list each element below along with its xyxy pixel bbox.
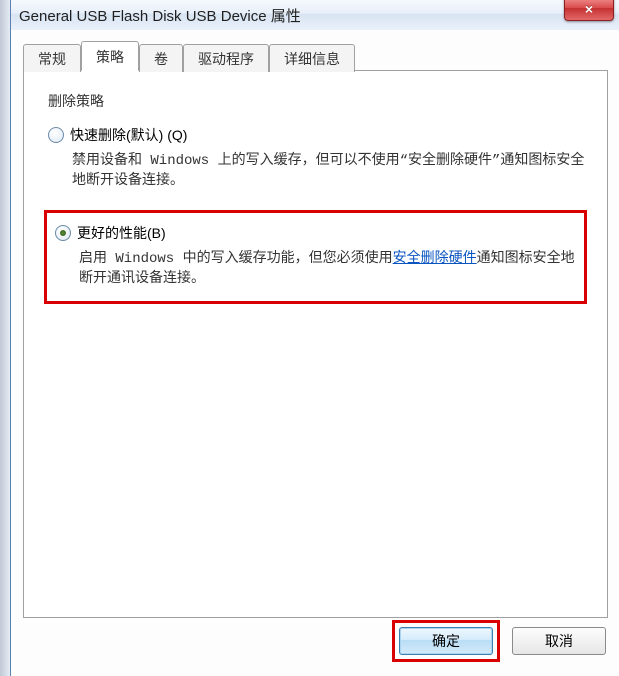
group-title: 删除策略 [44,91,108,111]
cancel-button[interactable]: 取消 [512,627,606,655]
radio-icon[interactable] [55,225,71,241]
tab-volumes[interactable]: 卷 [139,44,183,72]
radio-row-better-performance[interactable]: 更好的性能(B) [55,223,576,243]
radio-label-quick-removal: 快速删除(默认) (Q) [70,125,187,145]
radio-icon[interactable] [48,127,64,143]
dialog-button-row: 确定 取消 [392,620,606,662]
tab-general[interactable]: 常规 [23,44,81,72]
tab-panel-policies: 删除策略 快速删除(默认) (Q) 禁用设备和 Windows 上的写入缓存，但… [23,70,608,618]
radio-row-quick-removal[interactable]: 快速删除(默认) (Q) [48,125,587,145]
radio-label-better-performance: 更好的性能(B) [77,223,166,243]
ok-button[interactable]: 确定 [399,627,493,655]
option-desc-better-performance: 启用 Windows 中的写入缓存功能，但您必须使用安全删除硬件通知图标安全地断… [79,249,576,290]
removal-policy-group: 删除策略 快速删除(默认) (Q) 禁用设备和 Windows 上的写入缓存，但… [44,91,587,597]
tab-driver[interactable]: 驱动程序 [183,44,269,72]
tab-details[interactable]: 详细信息 [269,44,355,72]
tab-policies[interactable]: 策略 [81,41,139,71]
option-desc-quick-removal: 禁用设备和 Windows 上的写入缓存，但可以不使用“安全删除硬件”通知图标安… [72,151,587,192]
title-bar[interactable]: General USB Flash Disk USB Device 属性 × [11,0,619,31]
option-quick-removal: 快速删除(默认) (Q) 禁用设备和 Windows 上的写入缓存，但可以不使用… [44,125,587,192]
properties-dialog: General USB Flash Disk USB Device 属性 × 常… [10,0,619,676]
link-safely-remove-hardware[interactable]: 安全删除硬件 [393,251,477,267]
tab-strip: 常规 策略 卷 驱动程序 详细信息 [23,46,608,71]
close-icon: × [585,1,593,17]
close-button[interactable]: × [564,0,614,21]
window-title: General USB Flash Disk USB Device 属性 [19,5,301,26]
window-frame-edge [0,0,10,676]
highlight-selected-option: 更好的性能(B) 启用 Windows 中的写入缓存功能，但您必须使用安全删除硬… [44,210,587,305]
tab-control: 常规 策略 卷 驱动程序 详细信息 删除策略 快速删除(默认) (Q) 禁用设备… [23,46,608,618]
highlight-ok-button: 确定 [392,620,500,662]
client-area: 常规 策略 卷 驱动程序 详细信息 删除策略 快速删除(默认) (Q) 禁用设备… [11,30,619,676]
desc-text-pre: 启用 Windows 中的写入缓存功能，但您必须使用 [79,251,393,267]
